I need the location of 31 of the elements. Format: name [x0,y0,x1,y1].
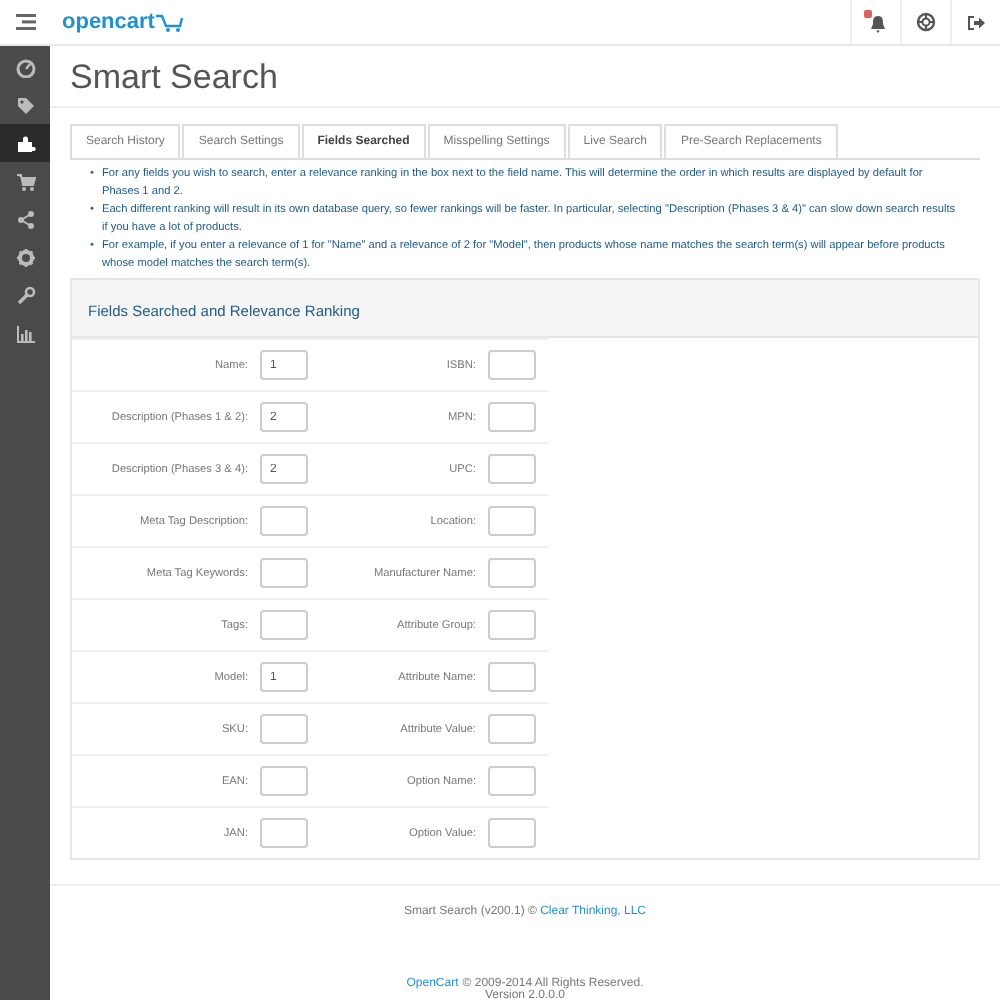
menu-icon[interactable] [15,14,35,30]
rank-field[interactable] [260,766,308,796]
cart-icon [15,171,35,191]
rank-field[interactable] [260,610,308,640]
rank-field[interactable] [488,766,536,796]
sidebar-item[interactable] [0,124,50,162]
cart-icon [156,13,185,31]
rank-field[interactable] [488,402,536,432]
rank-field[interactable] [488,818,536,848]
bar-chart-icon [15,323,35,343]
rank-field[interactable] [488,506,536,536]
rank-field[interactable] [488,610,536,640]
share-icon [15,209,35,229]
rank-field[interactable] [488,350,536,380]
logout-icon[interactable] [966,13,986,31]
dashboard-icon [15,57,35,77]
rank-field[interactable] [488,662,536,692]
rank-field[interactable] [260,818,308,848]
rank-field[interactable] [488,714,536,744]
page-title: Smart Search [70,58,280,98]
notification-bell-icon[interactable] [864,10,888,34]
rank-field[interactable] [488,454,536,484]
logo[interactable]: opencart [62,10,155,34]
rank-field[interactable] [260,714,308,744]
puzzle-icon [15,133,35,153]
tags-icon [15,95,35,115]
settings-icon [15,247,35,267]
rank-field[interactable] [260,506,308,536]
help-icon[interactable] [916,12,936,32]
rank-field[interactable] [488,558,536,588]
rank-field[interactable] [260,558,308,588]
